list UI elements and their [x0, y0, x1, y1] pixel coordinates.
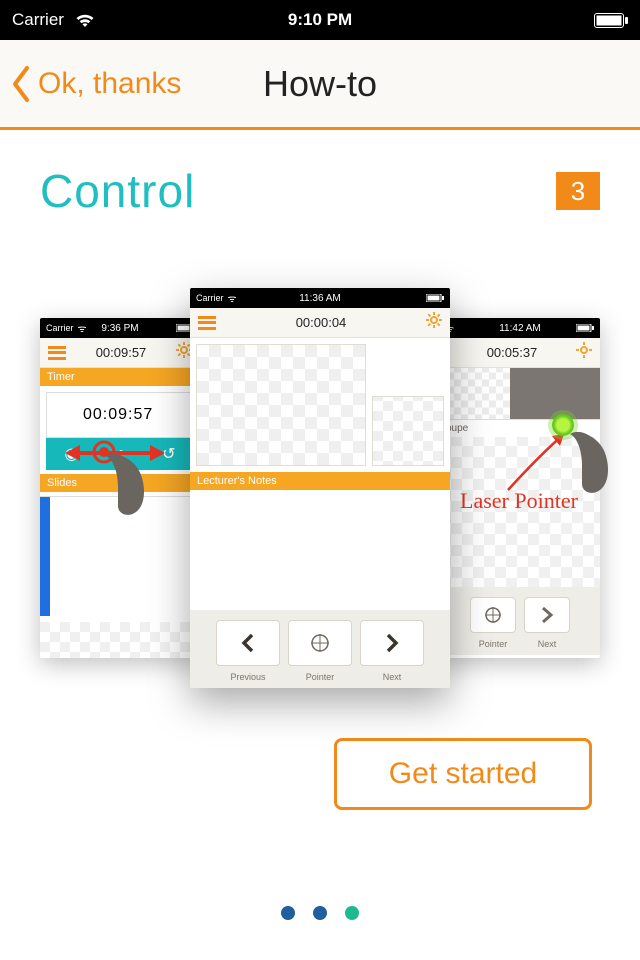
record-icon: ◉: [64, 444, 78, 464]
illus-center-slides: [190, 338, 450, 466]
wifi-icon: ᯤ: [78, 321, 87, 335]
list-icon: [198, 316, 216, 330]
previous-button: [216, 620, 280, 666]
pointer-button: [288, 620, 352, 666]
next-label: Next: [524, 639, 570, 649]
illustration: Carrierᯤ 9:36 PM 00:09:57 Timer 00:09:57…: [40, 288, 600, 698]
hand-icon: [550, 420, 620, 505]
illus-right-timer: 00:05:37: [487, 345, 538, 360]
illus-center-sbtime: 11:36 AM: [299, 293, 341, 304]
illus-center-notes-header: Lecturer's Notes: [190, 472, 450, 490]
page-dot-2[interactable]: [313, 906, 327, 920]
list-icon: [48, 346, 66, 360]
next-label: Next: [360, 672, 424, 682]
back-button[interactable]: Ok, thanks: [0, 65, 181, 103]
illus-left-timer-box: 00:09:57: [46, 392, 194, 438]
illus-left-statusbar: Carrierᯤ 9:36 PM: [40, 318, 200, 338]
prev-label: Previous: [216, 672, 280, 682]
illus-left-timer: 00:09:57: [96, 345, 147, 360]
gear-icon: [426, 312, 442, 333]
illus-right-thumb: [440, 368, 600, 420]
illus-center-labels: Previous Pointer Next: [190, 672, 450, 688]
illus-left-toolbar: 00:09:57: [40, 338, 200, 368]
next-slide: [372, 396, 444, 466]
status-time: 9:10 PM: [0, 10, 640, 30]
cta-label: Get started: [389, 757, 537, 791]
pointer-label: Pointer: [470, 639, 516, 649]
illus-left-timer-header: Timer: [40, 368, 200, 386]
current-slide: [196, 344, 366, 466]
hand-icon: [84, 440, 154, 525]
reset-icon: ↺: [162, 444, 175, 464]
illus-center-toolbar: 00:00:04: [190, 308, 450, 338]
illus-center-timer: 00:00:04: [296, 315, 347, 330]
page-dot-1[interactable]: [281, 906, 295, 920]
illus-right-toolbar: 00:05:37: [440, 338, 600, 368]
illus-right-sbtime: 11:42 AM: [499, 323, 541, 334]
illus-right-buttons: [440, 587, 600, 639]
gear-icon: [576, 342, 592, 363]
step-badge: 3: [556, 172, 600, 210]
illus-left-pixels: [40, 622, 200, 658]
section-header: Control 3: [40, 164, 600, 218]
section-title: Control: [40, 164, 195, 218]
illus-center-notes: [190, 490, 450, 610]
page-dot-3[interactable]: [345, 906, 359, 920]
chevron-left-icon: [10, 65, 32, 103]
wifi-icon: ᯤ: [228, 291, 237, 305]
illus-right-labels: Pointer Next: [440, 639, 600, 655]
section: Control 3: [0, 130, 640, 218]
page-indicator[interactable]: [0, 906, 640, 920]
illus-left-sbtime: 9:36 PM: [101, 323, 138, 334]
nav-bar: Ok, thanks How-to: [0, 40, 640, 130]
back-label: Ok, thanks: [38, 67, 181, 101]
illus-phone-center: Carrierᯤ 11:36 AM 00:00:04 Lecturer's No…: [190, 288, 450, 688]
illus-center-statusbar: Carrierᯤ 11:36 AM: [190, 288, 450, 308]
next-button: [524, 597, 570, 633]
next-button: [360, 620, 424, 666]
pointer-label: Pointer: [288, 672, 352, 682]
device-status-bar: Carrier 9:10 PM: [0, 0, 640, 40]
get-started-button[interactable]: Get started: [334, 738, 592, 810]
illus-center-buttons: [190, 610, 450, 672]
pointer-button: [470, 597, 516, 633]
illus-right-statusbar: ᯤ 11:42 AM: [440, 318, 600, 338]
